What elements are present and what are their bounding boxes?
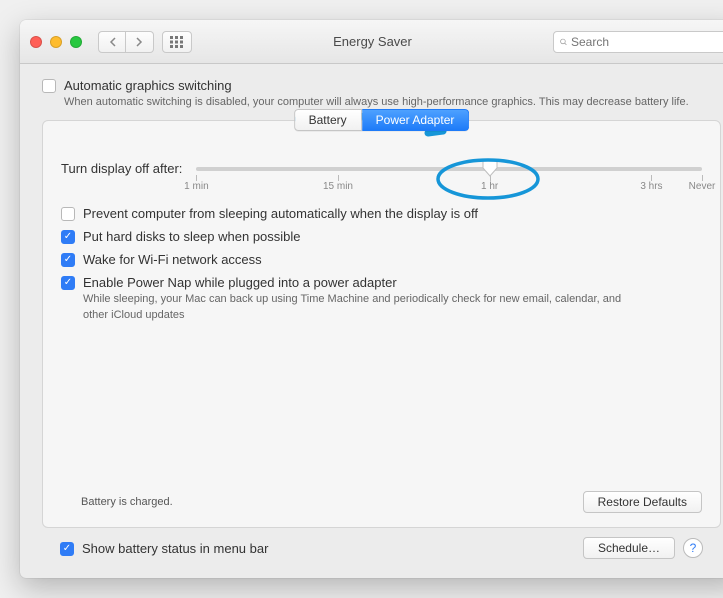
display-off-label: Turn display off after: [61, 161, 182, 176]
search-field[interactable] [553, 31, 723, 53]
tick-1hr: 1 hr [481, 181, 498, 192]
display-off-row: Turn display off after: 1 min 15 min 1 h… [61, 161, 702, 176]
display-off-slider[interactable]: 1 min 15 min 1 hr 3 hrs Never [196, 167, 702, 171]
energy-saver-window: Energy Saver Automatic graphics switchin… [20, 20, 723, 578]
slider-ticks: 1 min 15 min 1 hr 3 hrs Never [196, 175, 702, 195]
prevent-sleep-checkbox[interactable] [61, 207, 75, 221]
wifi-wake-checkbox[interactable] [61, 253, 75, 267]
options-list: Prevent computer from sleeping automatic… [61, 206, 702, 323]
traffic-lights [30, 36, 82, 48]
wifi-wake-label: Wake for Wi-Fi network access [83, 252, 262, 267]
titlebar: Energy Saver [20, 20, 723, 64]
nav-buttons [98, 31, 154, 53]
wifi-wake-row: Wake for Wi-Fi network access [61, 252, 702, 267]
tab-battery[interactable]: Battery [294, 109, 362, 131]
prevent-sleep-row: Prevent computer from sleeping automatic… [61, 206, 702, 221]
minimize-icon[interactable] [50, 36, 62, 48]
search-icon [560, 36, 567, 48]
show-all-button[interactable] [162, 31, 192, 53]
power-nap-description: While sleeping, your Mac can back up usi… [83, 292, 623, 323]
restore-defaults-button[interactable]: Restore Defaults [583, 491, 702, 513]
close-icon[interactable] [30, 36, 42, 48]
window-title: Energy Saver [200, 34, 545, 49]
tick-1min: 1 min [184, 181, 208, 192]
slider-thumb[interactable] [481, 159, 499, 177]
content-area: Automatic graphics switching When automa… [20, 64, 723, 578]
tick-3hrs: 3 hrs [640, 181, 662, 192]
hard-disks-label: Put hard disks to sleep when possible [83, 229, 301, 244]
auto-graphics-row: Automatic graphics switching [42, 78, 721, 93]
back-button[interactable] [98, 31, 126, 53]
power-nap-checkbox[interactable] [61, 276, 75, 290]
power-nap-label: Enable Power Nap while plugged into a po… [83, 275, 397, 290]
auto-graphics-label: Automatic graphics switching [64, 78, 232, 93]
zoom-icon[interactable] [70, 36, 82, 48]
power-nap-row: Enable Power Nap while plugged into a po… [61, 275, 702, 290]
hard-disks-checkbox[interactable] [61, 230, 75, 244]
search-input[interactable] [571, 35, 723, 49]
battery-status: Battery is charged. [81, 496, 173, 508]
help-button[interactable]: ? [683, 538, 703, 558]
hard-disks-row: Put hard disks to sleep when possible [61, 229, 702, 244]
menubar-checkbox[interactable] [60, 542, 74, 556]
tick-15min: 15 min [323, 181, 353, 192]
auto-graphics-description: When automatic switching is disabled, yo… [64, 95, 721, 110]
tick-never: Never [689, 181, 716, 192]
bottom-bar: Show battery status in menu bar Schedule… [42, 528, 721, 568]
tab-power-adapter[interactable]: Power Adapter [362, 109, 470, 131]
settings-panel: Battery Power Adapter Turn display off a… [42, 120, 721, 528]
menubar-label: Show battery status in menu bar [82, 541, 268, 556]
schedule-button[interactable]: Schedule… [583, 537, 675, 559]
prevent-sleep-label: Prevent computer from sleeping automatic… [83, 206, 478, 221]
forward-button[interactable] [126, 31, 154, 53]
panel-footer: Battery is charged. Restore Defaults [61, 481, 702, 513]
tab-group: Battery Power Adapter [294, 109, 470, 131]
auto-graphics-checkbox[interactable] [42, 79, 56, 93]
